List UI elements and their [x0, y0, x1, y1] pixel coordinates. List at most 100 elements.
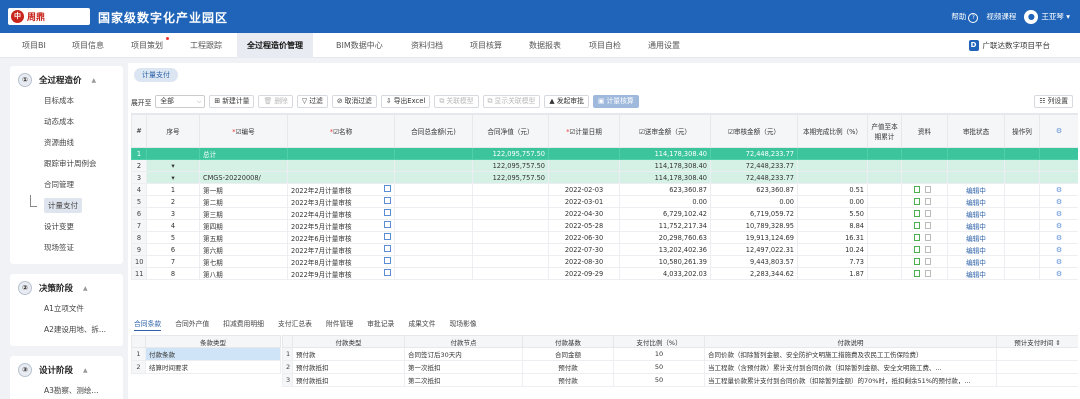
tab-project-info[interactable]: 项目信息 — [62, 33, 114, 58]
row-settings-cell[interactable] — [1039, 159, 1078, 172]
sidebar-item-a3[interactable]: A3勘察、测绘... — [10, 380, 123, 399]
audited-amount-cell[interactable]: 72,448,233.77 — [710, 171, 798, 184]
submitted-amount-cell[interactable]: 4,033,202.03 — [619, 267, 711, 280]
actions-cell[interactable] — [1004, 255, 1040, 268]
code-cell[interactable]: 第六期 — [199, 243, 288, 256]
col-header-period-ratio[interactable]: 本期完成比例（%） — [797, 114, 868, 148]
actions-cell[interactable] — [1004, 267, 1040, 280]
pay-type-cell[interactable]: 预付款抵扣 — [292, 360, 405, 374]
status-badge[interactable]: 编辑中 — [966, 199, 986, 207]
contract-total-cell[interactable] — [394, 183, 473, 196]
seq-cell[interactable]: 5 — [146, 231, 200, 244]
file-icon[interactable] — [913, 222, 920, 229]
submitted-amount-cell[interactable]: 11,752,217.34 — [619, 219, 711, 232]
col-header-contract-net[interactable]: 合同净值（元） — [472, 114, 549, 148]
tab-archive[interactable]: 资料归档 — [401, 33, 453, 58]
col-header-contract-total[interactable]: 合同总金额(元) — [394, 114, 473, 148]
table-row[interactable]: 11 8 第八期 2022年9月计量审核 2022-09-29 4,033,202.03 2… — [131, 267, 1078, 280]
row-settings-cell[interactable] — [1039, 147, 1078, 160]
sidebar-item-contract[interactable]: 合同管理 — [10, 174, 123, 195]
pay-desc-cell[interactable]: 当工程款（含预付款）累计支付到合同价款（扣除暂列金额、安全文明施工费、... — [704, 360, 997, 374]
file-icon[interactable] — [913, 210, 920, 217]
contract-total-cell[interactable] — [394, 243, 473, 256]
row-number[interactable]: 8 — [131, 231, 147, 244]
col-header-submitted-amount[interactable]: ☑送审金额（元） — [619, 114, 711, 148]
tab-general-settings[interactable]: 通用设置 — [638, 33, 690, 58]
actions-cell[interactable] — [1004, 147, 1040, 160]
image-icon[interactable] — [924, 270, 931, 277]
period-ratio-cell[interactable] — [797, 147, 868, 160]
pay-time-cell[interactable] — [996, 347, 1078, 361]
contract-total-cell[interactable] — [394, 267, 473, 280]
sidebar-item-target-cost[interactable]: 目标成本 — [10, 90, 123, 111]
row-number[interactable]: 7 — [131, 219, 147, 232]
submitted-amount-cell[interactable]: 10,580,261.39 — [619, 255, 711, 268]
approval-status-cell[interactable]: 编辑中 — [947, 255, 1005, 268]
subtab-site-images[interactable]: 现场影像 — [450, 318, 477, 331]
file-icon[interactable] — [913, 258, 920, 265]
contract-total-cell[interactable] — [394, 171, 473, 184]
open-detail-icon[interactable] — [384, 208, 391, 216]
grid-settings-cell[interactable]: ⚙ — [1039, 114, 1078, 148]
period-ratio-cell[interactable]: 10.24 — [797, 243, 868, 256]
image-icon[interactable] — [924, 186, 931, 193]
row-settings-cell[interactable]: ⚙ — [1039, 231, 1078, 244]
measure-date-cell[interactable] — [548, 159, 620, 172]
start-approval-button[interactable]: ▲ 发起审批 — [544, 95, 589, 108]
audited-amount-cell[interactable]: 2,283,344.62 — [710, 267, 798, 280]
row-settings-cell[interactable]: ⚙ — [1039, 243, 1078, 256]
seq-cell[interactable]: 3 — [146, 207, 200, 220]
audited-amount-cell[interactable]: 10,789,328.95 — [710, 219, 798, 232]
col-header-code[interactable]: *☑编号 — [199, 114, 288, 148]
pay-base-cell[interactable]: 预付款 — [522, 360, 614, 374]
actions-cell[interactable] — [1004, 219, 1040, 232]
actions-cell[interactable] — [1004, 195, 1040, 208]
measure-date-cell[interactable]: 2022-06-30 — [548, 231, 620, 244]
row-number[interactable]: 6 — [131, 207, 147, 220]
actions-cell[interactable] — [1004, 183, 1040, 196]
approval-status-cell[interactable]: 编辑中 — [947, 207, 1005, 220]
pay-ratio-cell[interactable]: 10 — [613, 347, 705, 361]
col-header-name[interactable]: *☑名称 — [287, 114, 395, 148]
pay-base-cell[interactable]: 预付款 — [522, 373, 614, 387]
contract-total-cell[interactable] — [394, 147, 473, 160]
col-header-cumulative[interactable]: 产值至本期累计 — [867, 114, 902, 148]
open-detail-icon[interactable] — [384, 184, 391, 192]
table-row[interactable]: 2 预付款抵扣 第一次抵扣 预付款 50 当工程款（含预付款）累计支付到合同价款（扣除暂列… — [282, 360, 1078, 374]
table-row[interactable]: 9 6 第六期 2022年7月计量审核 2022-07-30 13,202,402.36 1… — [131, 243, 1078, 256]
submitted-amount-cell[interactable]: 6,729,102.42 — [619, 207, 711, 220]
table-row[interactable]: 2 ▾ 122,095,757.50 114,178,308.40 72,448,233… — [131, 159, 1078, 172]
sidebar-group-header[interactable]: ③ 设计阶段 ▲ — [10, 360, 123, 380]
actions-cell[interactable] — [1004, 207, 1040, 220]
measure-date-cell[interactable]: 2022-07-30 — [548, 243, 620, 256]
row-number[interactable]: 10 — [131, 255, 147, 268]
actions-cell[interactable] — [1004, 243, 1040, 256]
contract-total-cell[interactable] — [394, 207, 473, 220]
measure-date-cell[interactable]: 2022-09-29 — [548, 267, 620, 280]
table-row[interactable]: 6 3 第三期 2022年4月计量审核 2022-04-30 6,729,102.42 6,… — [131, 207, 1078, 220]
file-icon[interactable] — [913, 186, 920, 193]
image-icon[interactable] — [924, 198, 931, 205]
period-ratio-cell[interactable]: 1.87 — [797, 267, 868, 280]
file-icon[interactable] — [913, 246, 920, 253]
contract-total-cell[interactable] — [394, 231, 473, 244]
audited-amount-cell[interactable]: 6,719,059.72 — [710, 207, 798, 220]
period-ratio-cell[interactable]: 0.00 — [797, 195, 868, 208]
period-ratio-cell[interactable]: 16.31 — [797, 231, 868, 244]
contract-net-cell[interactable] — [472, 243, 549, 256]
approval-status-cell[interactable]: 编辑中 — [947, 183, 1005, 196]
col-header-pay-time[interactable]: 预计支付时间 ⇕ — [996, 335, 1078, 348]
export-excel-button[interactable]: ⇩ 导出Excel — [380, 95, 431, 108]
approval-status-cell[interactable]: 编辑中 — [947, 231, 1005, 244]
status-badge[interactable]: 编辑中 — [966, 247, 986, 255]
tab-bim-data-center[interactable]: BIM数据中心 — [326, 33, 393, 58]
tab-project-accounting[interactable]: 项目核算 — [460, 33, 512, 58]
approval-status-cell[interactable] — [947, 159, 1005, 172]
name-cell[interactable] — [287, 171, 395, 184]
pay-desc-cell[interactable]: 当工程量价款累计支付到合同价款（扣除暂列金额）的70%时，抵扣剩余51%的预付款… — [704, 373, 997, 387]
period-ratio-cell[interactable] — [797, 171, 868, 184]
seq-cell[interactable]: 1 — [146, 183, 200, 196]
code-cell[interactable]: 第三期 — [199, 207, 288, 220]
table-row[interactable]: 3 ▾ CMGS-20220008/122,095,757.50 114,178,30… — [131, 171, 1078, 184]
subtab-approval-records[interactable]: 审批记录 — [367, 318, 394, 331]
